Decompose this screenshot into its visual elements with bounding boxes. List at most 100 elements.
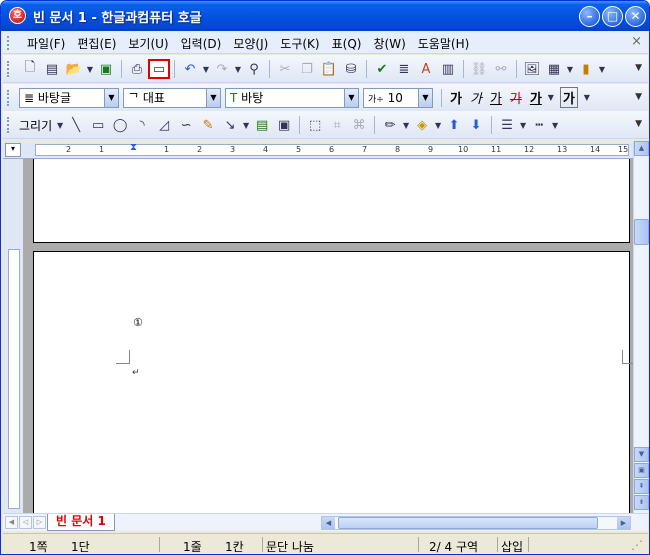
title-bar[interactable]: 호 빈 문서 1 - 한글과컴퓨터 호글 – □ ✕ — [1, 1, 649, 31]
menu-format[interactable]: 모양(J) — [227, 35, 274, 52]
menu-insert[interactable]: 입력(D) — [175, 35, 228, 52]
tab-document-1[interactable]: 빈 문서 1 — [47, 514, 115, 531]
next-page-button[interactable]: ⇟ — [634, 495, 649, 510]
toolbar-grip[interactable] — [7, 61, 10, 77]
horizontal-scrollbar[interactable]: ◀ ▶ — [321, 516, 631, 530]
bold-button[interactable]: 가 — [450, 88, 462, 107]
cut-icon[interactable]: ✂ — [274, 59, 296, 79]
fill-color-icon[interactable]: ◈ — [411, 115, 433, 135]
font-size-select[interactable]: 가÷ 10 ▼ — [363, 87, 433, 108]
open-template-icon[interactable]: ▤ — [41, 59, 63, 79]
chevron-down-icon[interactable]: ▼ — [104, 88, 118, 107]
fill-color-dropdown-icon[interactable]: ▼ — [433, 115, 443, 135]
menu-table[interactable]: 표(Q) — [326, 35, 368, 52]
page-view-toggle-icon[interactable]: ▣ — [634, 463, 649, 478]
chevron-down-icon[interactable]: ▼ — [418, 88, 432, 107]
spellcheck-icon[interactable]: ✔ — [371, 59, 393, 79]
chevron-down-icon[interactable]: ▼ — [206, 88, 220, 107]
language-select[interactable]: ᄀ 대표 ▼ — [123, 87, 221, 108]
line-color-dropdown-icon[interactable]: ▼ — [401, 115, 411, 135]
prev-tab-icon[interactable]: ◁ — [19, 516, 32, 529]
indent-marker-icon[interactable]: ⧗ — [130, 142, 137, 153]
textbox-tool-icon[interactable]: ▤ — [251, 115, 273, 135]
columns-icon[interactable]: ▥ — [437, 59, 459, 79]
document-area[interactable]: ① ↵ — [23, 159, 636, 513]
print-icon[interactable]: ⎙ — [126, 59, 148, 79]
horizontal-scroll-thumb[interactable] — [338, 517, 598, 529]
copy-icon[interactable]: ❐ — [296, 59, 318, 79]
draw-menu-dropdown-icon[interactable]: ▼ — [55, 115, 65, 135]
toolbar-grip[interactable] — [7, 117, 10, 133]
line-dash-icon[interactable]: ┅ — [528, 115, 550, 135]
char-shape-dropdown-icon[interactable]: ▼ — [582, 88, 592, 108]
menu-window[interactable]: 창(W) — [367, 35, 411, 52]
underline-button[interactable]: 가 — [490, 88, 502, 107]
open-folder-icon[interactable]: 📂 — [63, 59, 85, 79]
redo-icon[interactable]: ↷ — [211, 59, 233, 79]
status-page[interactable]: 1쪽 — [29, 538, 48, 554]
toolbar-options-icon[interactable]: ▼ — [635, 63, 642, 73]
chart-dropdown-icon[interactable]: ▼ — [597, 59, 607, 79]
chart-icon[interactable]: ▮ — [575, 59, 597, 79]
menu-grip[interactable] — [7, 36, 10, 50]
group-icon[interactable]: ⌗ — [326, 115, 348, 135]
table-dropdown-icon[interactable]: ▼ — [565, 59, 575, 79]
char-shape-button[interactable]: 가 — [559, 87, 578, 108]
rectangle-tool-icon[interactable]: ▭ — [87, 115, 109, 135]
new-document-icon[interactable]: 🗋 — [19, 59, 41, 79]
connector-dropdown-icon[interactable]: ▼ — [241, 115, 251, 135]
page-view-icon[interactable]: ▭ — [148, 59, 170, 79]
toolbar-grip[interactable] — [7, 90, 10, 106]
scroll-left-button[interactable]: ◀ — [322, 517, 335, 529]
find-icon[interactable]: ⚲ — [243, 59, 265, 79]
picture-icon[interactable]: 🖼 — [521, 59, 543, 79]
text-effect-dropdown-icon[interactable]: ▼ — [546, 88, 556, 108]
line-color-icon[interactable]: ✏ — [379, 115, 401, 135]
style-select[interactable]: ≣ 바탕글 ▼ — [19, 87, 119, 108]
menu-file[interactable]: 파일(F) — [21, 35, 71, 52]
ruler-corner-icon[interactable]: ▾ — [5, 143, 21, 157]
scroll-thumb[interactable] — [634, 219, 649, 245]
curve-tool-icon[interactable]: ∽ — [175, 115, 197, 135]
close-button[interactable]: ✕ — [625, 6, 646, 27]
maximize-button[interactable]: □ — [602, 6, 623, 27]
ellipse-tool-icon[interactable]: ◯ — [109, 115, 131, 135]
undo-icon[interactable]: ↶ — [179, 59, 201, 79]
line-dash-dropdown-icon[interactable]: ▼ — [550, 115, 560, 135]
status-para-split[interactable]: 문단 나눔 — [266, 538, 314, 554]
hwp-app-icon[interactable]: 호 — [9, 7, 26, 24]
bookmark-icon[interactable]: ⚯ — [490, 59, 512, 79]
minimize-button[interactable]: – — [579, 6, 600, 27]
paragraph-icon[interactable]: ≣ — [393, 59, 415, 79]
connector-tool-icon[interactable]: ↘ — [219, 115, 241, 135]
page-2[interactable]: ① ↵ — [33, 251, 636, 513]
vertical-ruler-strip[interactable] — [8, 249, 20, 509]
prev-page-button[interactable]: ⇞ — [634, 479, 649, 494]
toolbar-options-icon[interactable]: ▼ — [635, 119, 642, 129]
italic-button[interactable]: 가 — [470, 88, 482, 107]
menu-view[interactable]: 보기(U) — [122, 35, 174, 52]
pen-tool-icon[interactable]: ✎ — [197, 115, 219, 135]
status-section[interactable]: 2/ 4 구역 — [429, 538, 478, 554]
menu-help[interactable]: 도움말(H) — [412, 35, 476, 52]
menu-edit[interactable]: 편집(E) — [71, 35, 122, 52]
redo-dropdown-icon[interactable]: ▼ — [233, 59, 243, 79]
vertical-ruler[interactable] — [3, 159, 23, 513]
horizontal-ruler[interactable]: ▾ 2 1 1 2 3 4 5 6 7 8 9 10 11 12 13 14 1… — [3, 141, 648, 159]
strikethrough-button[interactable]: 가 — [510, 88, 522, 107]
line-style-icon[interactable]: ☰ — [496, 115, 518, 135]
scroll-right-button[interactable]: ▶ — [617, 517, 630, 529]
text-effect-button[interactable]: 가 — [530, 88, 542, 107]
status-line[interactable]: 1줄 — [183, 538, 202, 554]
toolbar-options-icon[interactable]: ▼ — [635, 92, 642, 102]
bring-front-icon[interactable]: ⬆ — [443, 115, 465, 135]
document-close-icon[interactable]: × — [631, 34, 642, 49]
format-painter-icon[interactable]: ⛁ — [340, 59, 362, 79]
polygon-tool-icon[interactable]: ◿ — [153, 115, 175, 135]
hyperlink-icon[interactable]: ⛓ — [468, 59, 490, 79]
ungroup-icon[interactable]: ⌘ — [348, 115, 370, 135]
select-objects-icon[interactable]: ⬚ — [304, 115, 326, 135]
undo-dropdown-icon[interactable]: ▼ — [201, 59, 211, 79]
chevron-down-icon[interactable]: ▼ — [344, 88, 358, 107]
resize-grip-icon[interactable]: ⋰ — [631, 538, 643, 552]
